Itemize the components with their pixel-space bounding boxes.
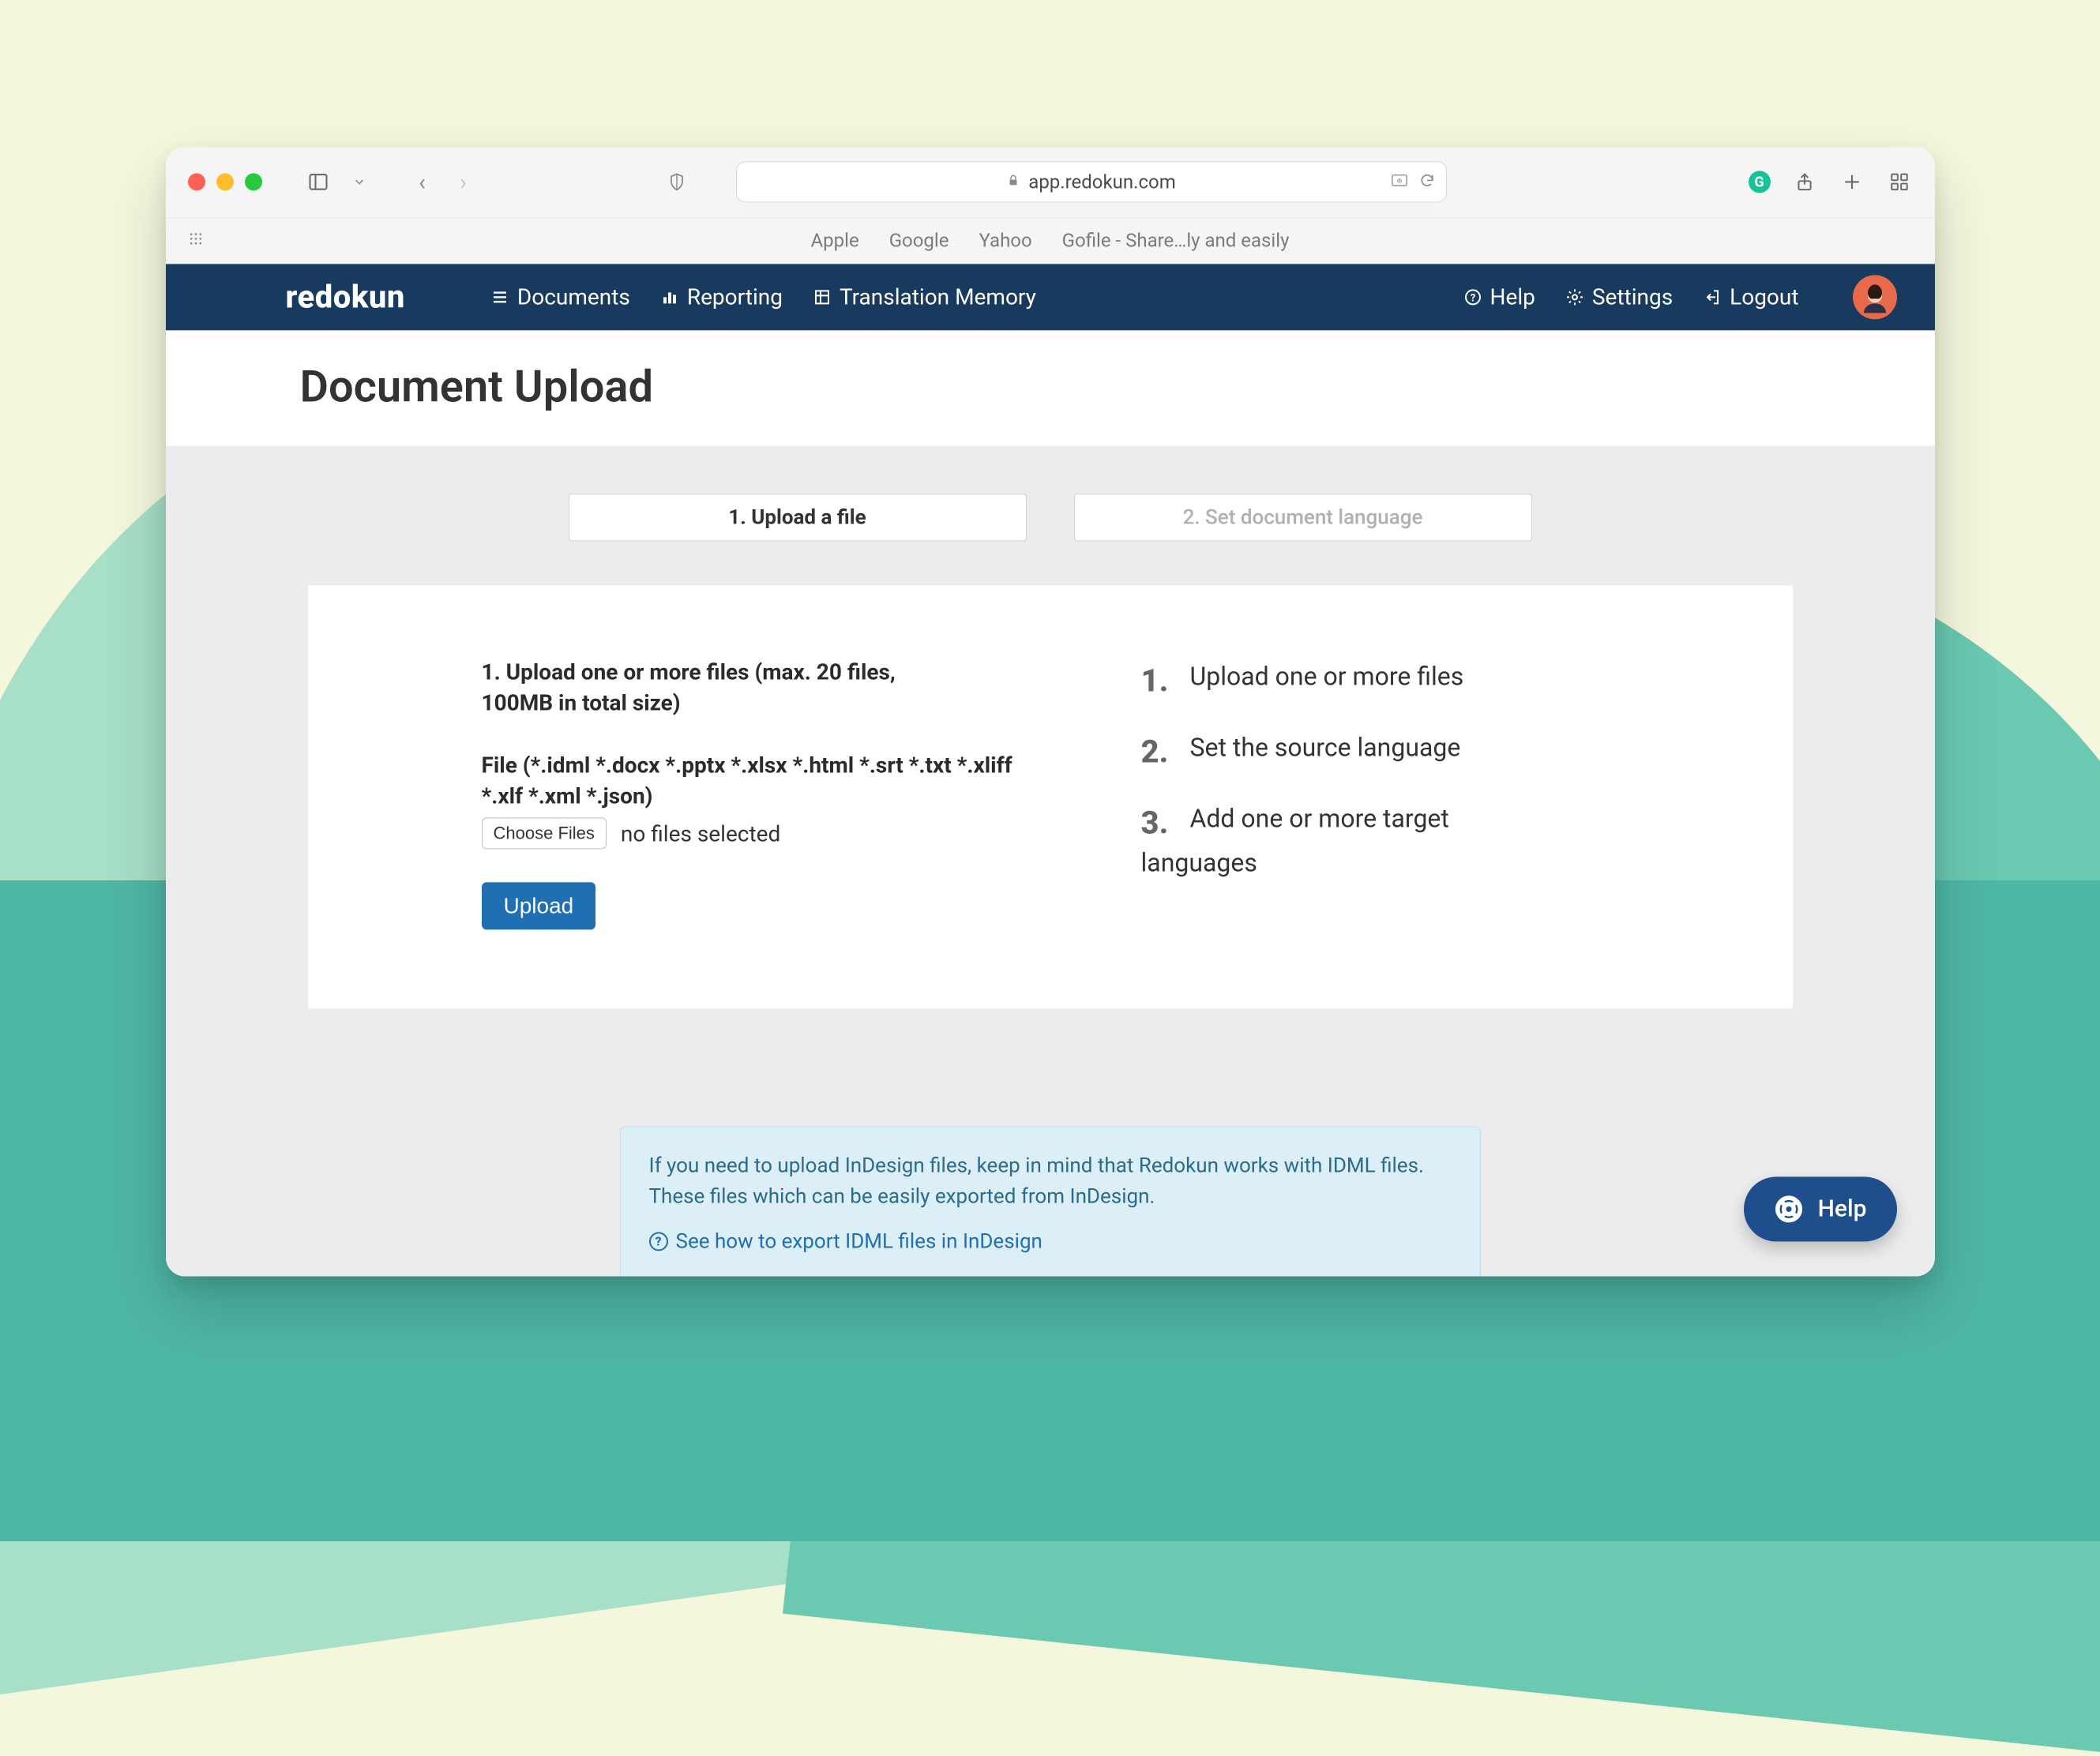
tabs-overview-icon[interactable] [1886,168,1913,195]
nav-logout-label: Logout [1730,283,1798,310]
info-banner: If you need to upload InDesign files, ke… [620,1126,1481,1276]
tab-step-1-label: 1. Upload a file [728,505,866,529]
info-link-label: See how to export IDML files in InDesign [676,1226,1042,1257]
nav-translation-memory[interactable]: Translation Memory [813,283,1036,310]
bookmarks-bar: Apple Google Yahoo Gofile - Share…ly and… [166,218,1935,264]
nav-tm-label: Translation Memory [840,283,1036,310]
list-item: 2. Set the source language [1141,730,1706,773]
nav-documents[interactable]: Documents [490,283,630,310]
step-number-1: 1. [1141,659,1173,702]
share-icon[interactable] [1791,168,1818,195]
info-link[interactable]: ? See how to export IDML files in InDesi… [649,1226,1042,1257]
logo[interactable]: redokun [286,278,405,315]
svg-text:⊕: ⊕ [1396,178,1402,186]
upload-heading: 1. Upload one or more files (max. 20 fil… [482,656,924,718]
bookmark-gofile[interactable]: Gofile - Share…ly and easily [1062,229,1290,251]
new-tab-icon[interactable] [1839,168,1865,195]
step-tabs: 1. Upload a file 2. Set document languag… [166,493,1935,541]
question-circle-icon: ? [649,1232,668,1251]
list-item: 3. Add one or more target [1141,801,1706,844]
nav-settings[interactable]: Settings [1565,283,1673,310]
step-text-2: Set the source language [1190,730,1461,773]
step-number-2: 2. [1141,730,1173,773]
bookmarks-grid-icon[interactable] [188,231,204,250]
upload-button[interactable]: Upload [482,883,596,930]
nav-help[interactable]: ? Help [1463,283,1535,310]
file-types-label: File (*.idml *.docx *.pptx *.xlsx *.html… [482,749,1019,811]
help-widget[interactable]: Help [1744,1176,1897,1241]
sidebar-toggle-icon[interactable] [305,168,332,195]
bookmark-yahoo[interactable]: Yahoo [979,229,1031,251]
step-text-3-cont: languages [1141,847,1706,877]
app-header: redokun Documents Reporting Translation … [166,264,1935,330]
lifebuoy-icon [1774,1194,1804,1224]
fullscreen-window-icon[interactable] [245,173,262,190]
nav-help-label: Help [1490,283,1535,310]
minimize-window-icon[interactable] [216,173,234,190]
list-item: 1. Upload one or more files [1141,659,1706,702]
choose-files-button[interactable]: Choose Files [482,818,607,850]
close-window-icon[interactable] [188,173,205,190]
toolbar-dropdown-icon[interactable] [346,168,373,195]
step-text-1: Upload one or more files [1190,659,1464,702]
back-button-icon[interactable]: ‹ [409,168,436,195]
svg-text:?: ? [1470,292,1475,304]
step-text-3: Add one or more target [1190,801,1449,844]
main-area: 1. Upload a file 2. Set document languag… [166,446,1935,1276]
tab-step-1[interactable]: 1. Upload a file [569,493,1027,541]
nav-documents-label: Documents [517,283,630,310]
browser-toolbar: ‹ › app.redokun.com ⊕ G [166,147,1935,218]
avatar[interactable] [1853,275,1897,319]
forward-button-icon[interactable]: › [450,168,477,195]
tab-step-2[interactable]: 2. Set document language [1074,493,1532,541]
page-header: Document Upload [166,330,1935,446]
reload-icon[interactable] [1419,171,1435,193]
no-files-selected-text: no files selected [621,820,780,846]
bookmark-google[interactable]: Google [889,229,949,251]
browser-window: ‹ › app.redokun.com ⊕ G [166,147,1935,1276]
steps-list: 1. Upload one or more files 2. Set the s… [1141,659,1706,844]
page-title: Document Upload [300,360,1935,412]
nav-settings-label: Settings [1592,283,1673,310]
nav-reporting[interactable]: Reporting [660,283,783,310]
bookmark-apple[interactable]: Apple [811,229,859,251]
privacy-shield-icon[interactable] [663,168,690,195]
help-widget-label: Help [1818,1195,1867,1222]
nav-logout[interactable]: Logout [1703,283,1798,310]
tab-step-2-label: 2. Set document language [1183,505,1423,529]
upload-panel: 1. Upload one or more files (max. 20 fil… [308,585,1793,1009]
address-bar[interactable]: app.redokun.com ⊕ [736,161,1447,202]
url-text: app.redokun.com [1028,171,1175,193]
info-text: If you need to upload InDesign files, ke… [649,1150,1452,1212]
grammarly-icon[interactable]: G [1749,171,1771,193]
lock-icon [1006,172,1020,191]
window-controls [188,173,262,190]
reader-icon[interactable]: ⊕ [1389,171,1410,193]
nav-reporting-label: Reporting [687,283,783,310]
step-number-3: 3. [1141,801,1173,844]
